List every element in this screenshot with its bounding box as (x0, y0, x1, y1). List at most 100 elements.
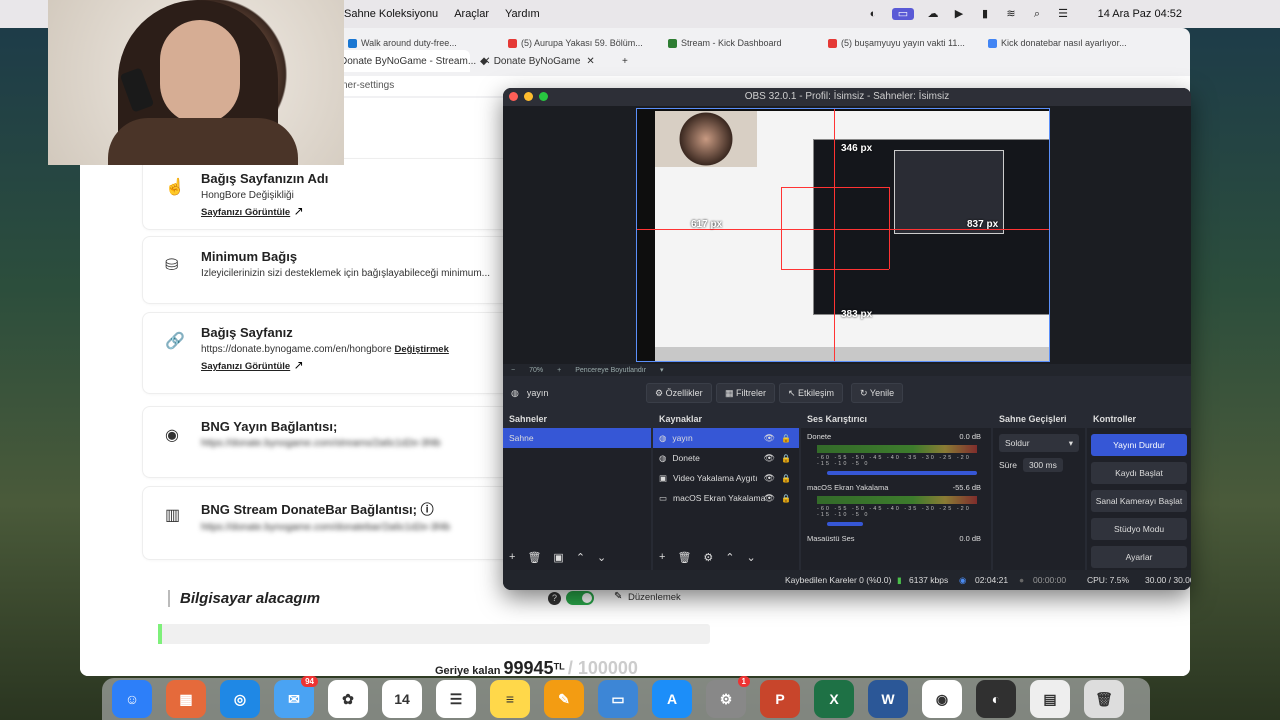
lock-icon[interactable]: 🔒 (781, 494, 791, 503)
screen-share-icon[interactable]: ▭ (892, 8, 914, 20)
search-icon[interactable]: ⌕ (1030, 8, 1044, 20)
sources-footer: + 🗑 ⚙ ⌃ ⌄ (659, 551, 756, 564)
currency: TL (553, 661, 565, 672)
dock-app-system-settings[interactable]: ⚙ 1 (706, 676, 750, 718)
studio-mode-button[interactable]: Stüdyo Modu (1091, 518, 1187, 540)
lock-icon[interactable]: 🔒 (781, 474, 791, 483)
volume-slider[interactable] (827, 471, 977, 475)
view-page-link[interactable]: Sayfanızı Görüntüle (201, 361, 290, 372)
dock-app-pages[interactable]: ✎ (544, 680, 584, 718)
dock-app-finder[interactable]: ☺ (112, 680, 152, 718)
edit-icon[interactable]: ✎ (614, 591, 622, 602)
duration-input[interactable]: 300 ms (1022, 458, 1063, 472)
source-label: Donete (672, 453, 700, 463)
lock-icon[interactable]: 🔒 (781, 434, 791, 443)
trash-icon[interactable]: 🗑 (527, 551, 541, 564)
source-item[interactable]: ◍ yayın 👁 🔒 (653, 428, 799, 448)
close-icon[interactable]: ✕ (586, 56, 594, 67)
settings-button[interactable]: Ayarlar (1091, 546, 1187, 568)
volume-slider[interactable] (827, 522, 863, 526)
start-virtual-camera-button[interactable]: Sanal Kamerayı Başlat (1091, 490, 1187, 512)
tab-donate[interactable]: ◆ Donate ByNoGame ✕ (470, 50, 610, 72)
px-label-left: 617 px (691, 219, 723, 230)
add-icon[interactable]: + (659, 551, 665, 564)
arrow-down-icon[interactable]: ⌄ (747, 551, 756, 564)
menu-scene-collection[interactable]: Sahne Koleksiyonu (344, 8, 438, 20)
new-tab-icon[interactable]: + (622, 56, 628, 67)
fit-to-window-button[interactable]: Pencereye Boyutlandır (575, 367, 646, 374)
battery-icon[interactable]: ▮ (978, 8, 992, 20)
transitions-dock: Sahne Geçişleri Soldur ▾ Süre 300 ms (993, 410, 1085, 570)
dock-app-powerpoint[interactable]: P (760, 680, 800, 718)
interact-button[interactable]: ↖ Etkileşim (779, 383, 844, 403)
start-recording-button[interactable]: Kaydı Başlat (1091, 462, 1187, 484)
cloud-icon[interactable]: ☁ (926, 8, 940, 20)
zoom-out-icon[interactable]: − (511, 367, 515, 374)
eye-icon[interactable]: 👁 (764, 453, 775, 464)
dock-app-app-store[interactable]: A (652, 680, 692, 718)
stop-stream-button[interactable]: Yayını Durdur (1091, 434, 1187, 456)
dropped-frames: Kaybedilen Kareler 0 (%0.0) (785, 575, 892, 585)
dock-app-launchpad[interactable]: ▦ (166, 680, 206, 718)
add-icon[interactable]: + (509, 551, 515, 564)
arrow-up-icon[interactable]: ⌃ (576, 551, 585, 564)
refresh-button[interactable]: ↻ Yenile (851, 383, 904, 403)
source-item[interactable]: ◍ Donete 👁 🔒 (653, 448, 799, 468)
dock-app-chrome[interactable]: ◉ (922, 680, 962, 718)
source-item[interactable]: ▣ Video Yakalama Aygıtı 👁 🔒 (653, 468, 799, 488)
dock-app-obs[interactable]: ◐ (976, 680, 1016, 718)
menu-tools[interactable]: Araçlar (454, 8, 489, 20)
edit-goal-button[interactable]: Düzenlemek (628, 592, 681, 603)
source-label: Video Yakalama Aygıtı (673, 473, 758, 483)
dock-app-trash[interactable]: 🗑 (1084, 680, 1124, 718)
youtube-icon (508, 38, 517, 48)
chevron-down-icon[interactable]: ▾ (660, 366, 664, 374)
change-link[interactable]: Değiştirmek (394, 344, 448, 355)
tab-donate-settings[interactable]: Donate ByNoGame - Stream... ✕ (330, 50, 491, 72)
source-item[interactable]: ▭ macOS Ekran Yakalama 👁 🔒 (653, 488, 799, 508)
arrow-down-icon[interactable]: ⌄ (597, 551, 606, 564)
eye-icon[interactable]: 👁 (764, 433, 775, 444)
dock-app-preview[interactable]: ▤ (1030, 680, 1070, 718)
eye-icon[interactable]: 👁 (764, 473, 775, 484)
dock-app-excel[interactable]: X (814, 680, 854, 718)
play-icon[interactable]: ▶ (952, 8, 966, 20)
properties-button[interactable]: ⚙ Özellikler (646, 383, 712, 403)
dock-app-calendar[interactable]: 14 (382, 680, 422, 718)
status-icon[interactable]: ◐ (866, 8, 880, 20)
control-center-icon[interactable]: ☰ (1056, 8, 1070, 20)
tab-label: Walk around duty-free... (361, 38, 457, 48)
zoom-window-icon[interactable] (539, 92, 548, 101)
dock-app-word[interactable]: W (868, 680, 908, 718)
lock-icon[interactable]: 🔒 (781, 454, 791, 463)
close-window-icon[interactable] (509, 92, 518, 101)
filters-button[interactable]: ▦ Filtreler (716, 383, 776, 403)
view-page-link[interactable]: Sayfanızı Görüntüle (201, 207, 290, 218)
help-icon[interactable]: ? (548, 592, 561, 605)
trash-icon[interactable]: 🗑 (677, 551, 691, 564)
help-icon[interactable]: ⓘ (421, 502, 434, 517)
dock-app-keynote[interactable]: ▭ (598, 680, 638, 718)
dock-app-notes[interactable]: ≡ (490, 680, 530, 718)
scene-item[interactable]: Sahne (503, 428, 651, 448)
obs-preview-canvas[interactable]: 346 px 617 px 837 px 383 px (636, 108, 1050, 362)
menu-help[interactable]: Yardım (505, 8, 540, 20)
wifi-icon[interactable]: ≋ (1004, 8, 1018, 20)
dock-app-safari[interactable]: ◎ (220, 680, 260, 718)
minimize-window-icon[interactable] (524, 92, 533, 101)
transition-select[interactable]: Soldur ▾ (999, 434, 1079, 452)
arrow-up-icon[interactable]: ⌃ (725, 551, 734, 564)
tab-label: Donate ByNoGame - Stream... (340, 55, 477, 67)
zoom-in-icon[interactable]: + (557, 367, 561, 374)
filter-icon[interactable]: ▣ (553, 551, 563, 564)
external-link-icon: ↗ (293, 358, 304, 372)
stream-icon: ◉ (959, 575, 967, 585)
gear-icon[interactable]: ⚙ (703, 551, 713, 564)
goal-enabled-toggle[interactable] (566, 591, 594, 605)
menubar-clock[interactable]: 14 Ara Paz 04:52 (1098, 8, 1182, 20)
dock-app-reminders[interactable]: ☰ (436, 680, 476, 718)
dock-app-mail[interactable]: ✉ 94 (274, 676, 318, 718)
webcam-face (160, 20, 240, 124)
eye-icon[interactable]: 👁 (764, 493, 775, 504)
dock-app-photos[interactable]: ✿ (328, 680, 368, 718)
